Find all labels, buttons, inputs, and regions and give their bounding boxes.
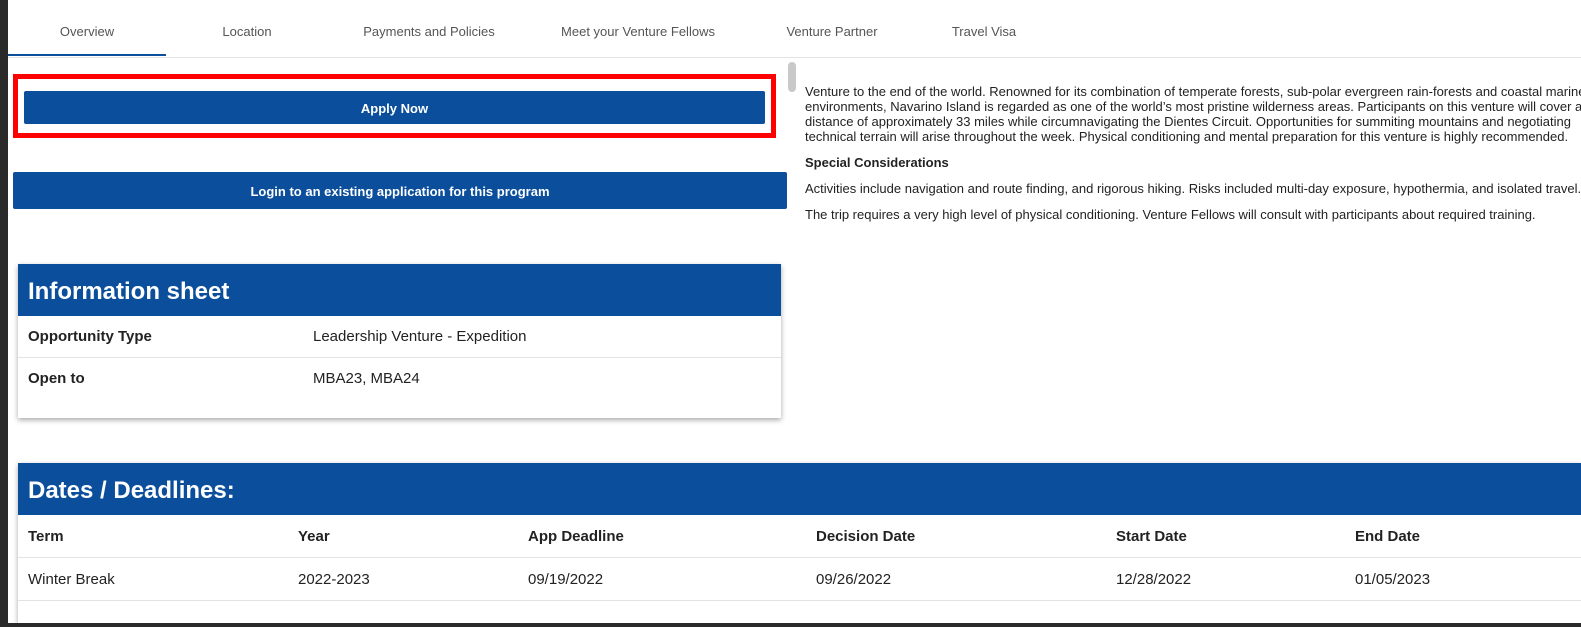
tab-venture-partner[interactable]: Venture Partner (780, 0, 884, 56)
table-row: Winter Break 2022-2023 09/19/2022 09/26/… (18, 558, 1581, 601)
column-header: End Date (1355, 528, 1421, 545)
apply-now-button[interactable]: Apply Now (24, 91, 765, 124)
information-sheet-card: Information sheet Opportunity Type Leade… (18, 264, 781, 418)
table-cell: Winter Break (28, 571, 115, 588)
tab-bar: Overview Location Payments and Policies … (8, 0, 1581, 58)
table-cell: 2022-2023 (298, 571, 370, 588)
info-row-label: Open to (28, 370, 85, 387)
table-cell: 09/26/2022 (816, 571, 892, 588)
login-existing-application-button[interactable]: Login to an existing application for thi… (13, 172, 787, 209)
info-row-value: MBA23, MBA24 (313, 370, 420, 387)
info-row: Open to MBA23, MBA24 (18, 358, 781, 399)
column-header: Decision Date (816, 528, 916, 545)
scrollbar-thumb[interactable] (788, 62, 796, 92)
table-cell: 09/19/2022 (528, 571, 604, 588)
dates-table: Term Year App Deadline Decision Date Sta… (18, 515, 1581, 601)
table-cell: 12/28/2022 (1116, 571, 1192, 588)
special-considerations-text: Activities include navigation and route … (805, 181, 1581, 196)
info-row-value: Leadership Venture - Expedition (313, 328, 527, 345)
column-header: Start Date (1116, 528, 1187, 545)
description-intro: Venture to the end of the world. Renowne… (805, 84, 1581, 144)
column-header: App Deadline (528, 528, 624, 545)
dates-deadlines-card: Dates / Deadlines: Term Year App Deadlin… (18, 463, 1581, 623)
tab-meet-venture-fellows[interactable]: Meet your Venture Fellows (548, 0, 728, 56)
tab-location[interactable]: Location (203, 0, 291, 56)
tab-payments-and-policies[interactable]: Payments and Policies (348, 0, 510, 56)
dates-deadlines-title: Dates / Deadlines: (18, 463, 1581, 515)
program-page: Overview Location Payments and Policies … (8, 0, 1581, 623)
table-cell: 01/05/2023 (1355, 571, 1431, 588)
column-header: Term (28, 528, 64, 545)
table-header-row: Term Year App Deadline Decision Date Sta… (18, 515, 1581, 558)
column-header: Year (298, 528, 330, 545)
physical-conditioning-text: The trip requires a very high level of p… (805, 207, 1536, 222)
info-row-label: Opportunity Type (28, 328, 152, 345)
special-considerations-heading: Special Considerations (805, 155, 949, 170)
tab-overview[interactable]: Overview (8, 0, 166, 56)
info-row: Opportunity Type Leadership Venture - Ex… (18, 316, 781, 358)
program-description: Venture to the end of the world. Renowne… (805, 84, 1581, 233)
information-sheet-title: Information sheet (18, 264, 781, 316)
tab-travel-visa[interactable]: Travel Visa (948, 0, 1020, 56)
